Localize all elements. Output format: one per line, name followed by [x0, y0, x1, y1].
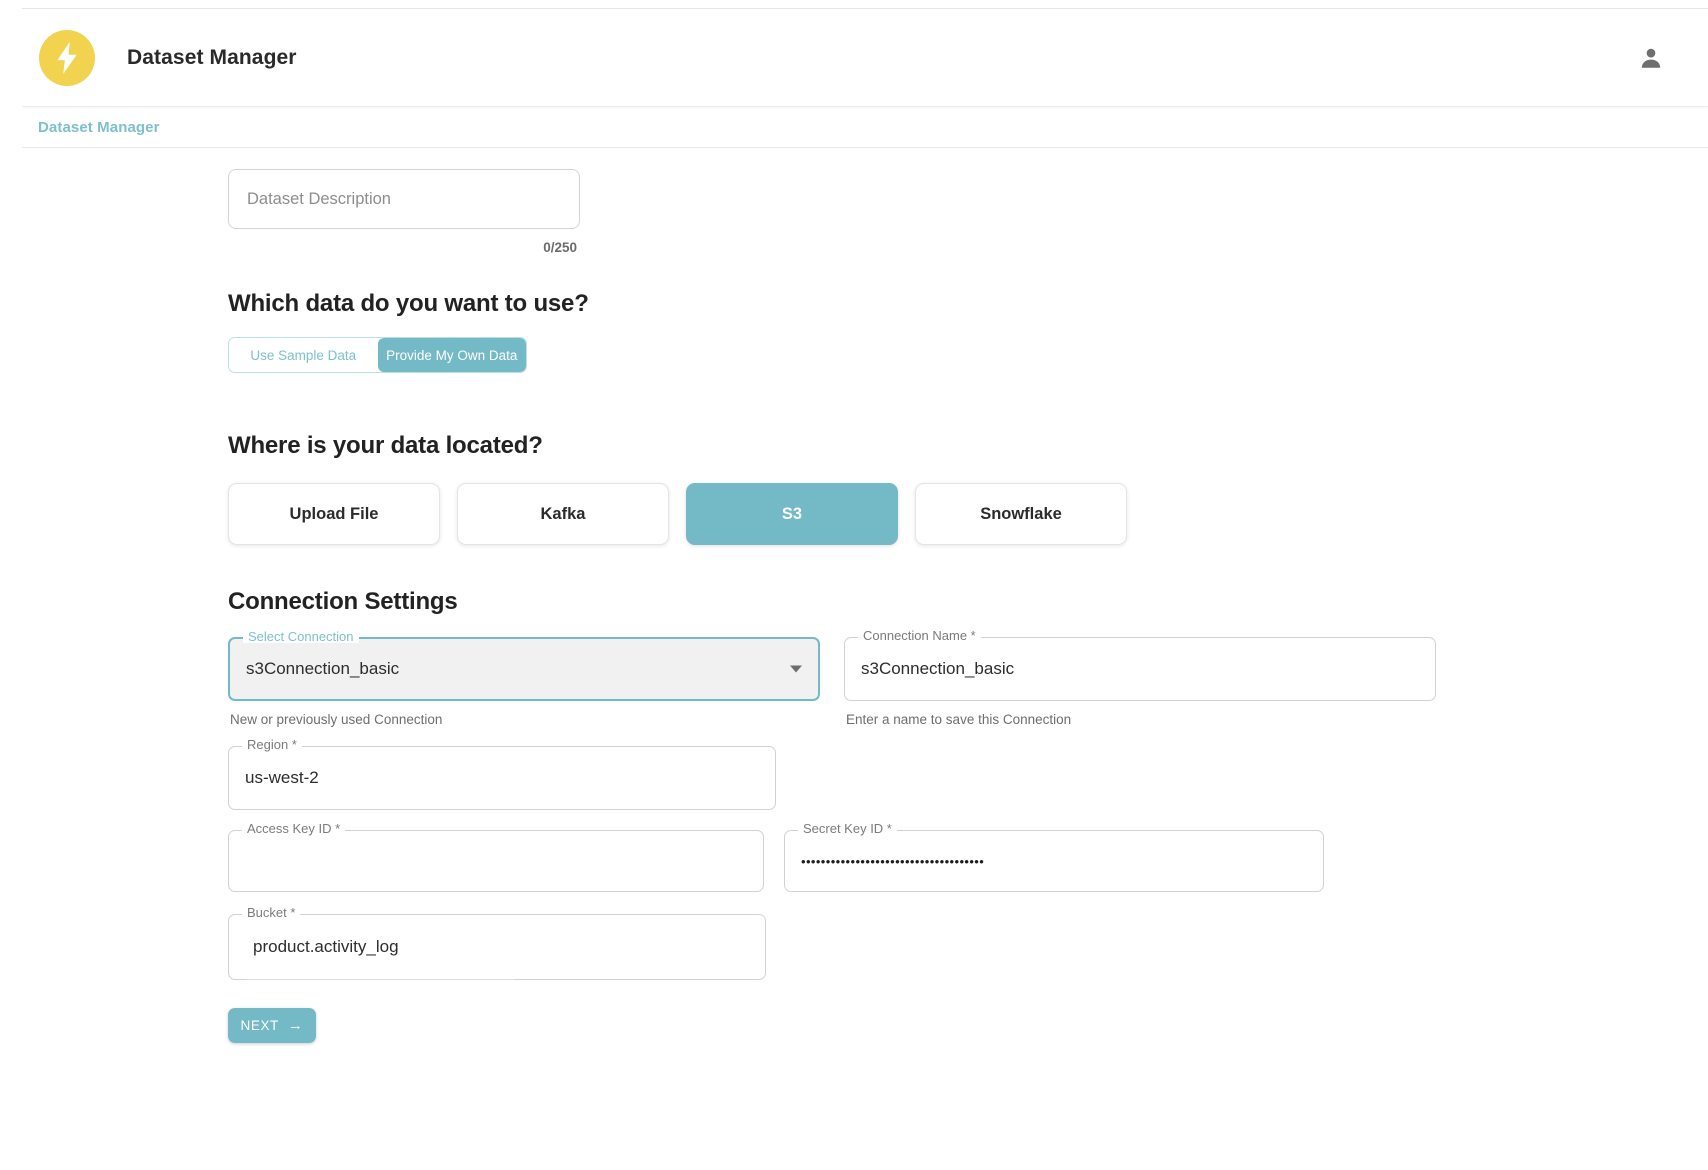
next-button[interactable]: NEXT →: [228, 1008, 316, 1043]
connection-row-2: Region * us-west-2: [228, 727, 1448, 810]
description-character-counter: 0/250: [228, 240, 580, 255]
arrow-right-icon: →: [288, 1018, 304, 1033]
connection-row-1: Select Connection s3Connection_basic New…: [228, 637, 1448, 727]
region-field[interactable]: Region * us-west-2: [228, 746, 776, 810]
breadcrumb: Dataset Manager: [22, 107, 1708, 148]
select-connection-helper: New or previously used Connection: [228, 712, 820, 727]
dataset-description-field[interactable]: Dataset Description: [228, 169, 580, 229]
data-location-heading: Where is your data located?: [228, 432, 1708, 460]
select-connection-label: Select Connection: [243, 630, 359, 643]
secret-key-id-label: Secret Key ID *: [798, 822, 897, 835]
connection-row-4: Bucket * product.activity_log: [228, 892, 1448, 980]
dataset-description-placeholder: Dataset Description: [247, 190, 391, 209]
source-option-kafka[interactable]: Kafka: [457, 483, 669, 545]
main-content: Dataset Description 0/250 Which data do …: [22, 148, 1708, 1170]
toggle-provide-my-own-data[interactable]: Provide My Own Data: [378, 338, 527, 372]
connection-settings-form: Select Connection s3Connection_basic New…: [228, 637, 1448, 1043]
source-option-s3[interactable]: S3: [686, 483, 898, 545]
app-header: Dataset Manager: [22, 9, 1708, 107]
bucket-label: Bucket *: [242, 906, 300, 919]
connection-name-value: s3Connection_basic: [861, 659, 1014, 679]
app-frame: Dataset Manager Dataset Manager Dataset …: [22, 8, 1708, 1170]
secret-key-id-value: •••••••••••••••••••••••••••••••••••••: [801, 854, 984, 869]
bucket-field[interactable]: Bucket * product.activity_log: [228, 914, 766, 980]
select-connection-value: s3Connection_basic: [246, 659, 399, 679]
which-data-toggle-group: Use Sample Data Provide My Own Data: [228, 337, 527, 373]
region-value: us-west-2: [245, 768, 319, 788]
bucket-value: product.activity_log: [245, 937, 399, 957]
access-key-id-label: Access Key ID *: [242, 822, 345, 835]
bucket-input-underline: [247, 979, 515, 980]
app-title: Dataset Manager: [127, 46, 297, 70]
breadcrumb-item-dataset-manager[interactable]: Dataset Manager: [38, 119, 160, 136]
app-window: Dataset Manager Dataset Manager Dataset …: [0, 0, 1708, 1170]
chevron-down-icon[interactable]: [790, 666, 802, 673]
connection-name-field[interactable]: Connection Name * s3Connection_basic: [844, 637, 1436, 701]
access-key-id-field[interactable]: Access Key ID *: [228, 830, 764, 892]
secret-key-id-field[interactable]: Secret Key ID * ••••••••••••••••••••••••…: [784, 830, 1324, 892]
lightning-bolt-icon: [39, 30, 95, 86]
source-option-upload-file[interactable]: Upload File: [228, 483, 440, 545]
connection-settings-heading: Connection Settings: [228, 588, 1708, 616]
connection-row-3: Access Key ID * Secret Key ID * ••••••••…: [228, 810, 1448, 892]
person-icon[interactable]: [1634, 41, 1668, 75]
toggle-use-sample-data[interactable]: Use Sample Data: [229, 338, 378, 372]
data-location-options: Upload File Kafka S3 Snowflake: [228, 483, 1708, 545]
next-button-label: NEXT: [240, 1018, 278, 1033]
which-data-heading: Which data do you want to use?: [228, 290, 1708, 318]
source-option-snowflake[interactable]: Snowflake: [915, 483, 1127, 545]
connection-name-group: Connection Name * s3Connection_basic Ent…: [844, 637, 1436, 727]
region-label: Region *: [242, 738, 302, 751]
connection-name-helper: Enter a name to save this Connection: [844, 712, 1436, 727]
select-connection-dropdown[interactable]: Select Connection s3Connection_basic: [228, 637, 820, 701]
connection-name-label: Connection Name *: [858, 629, 981, 642]
select-connection-group: Select Connection s3Connection_basic New…: [228, 637, 820, 727]
